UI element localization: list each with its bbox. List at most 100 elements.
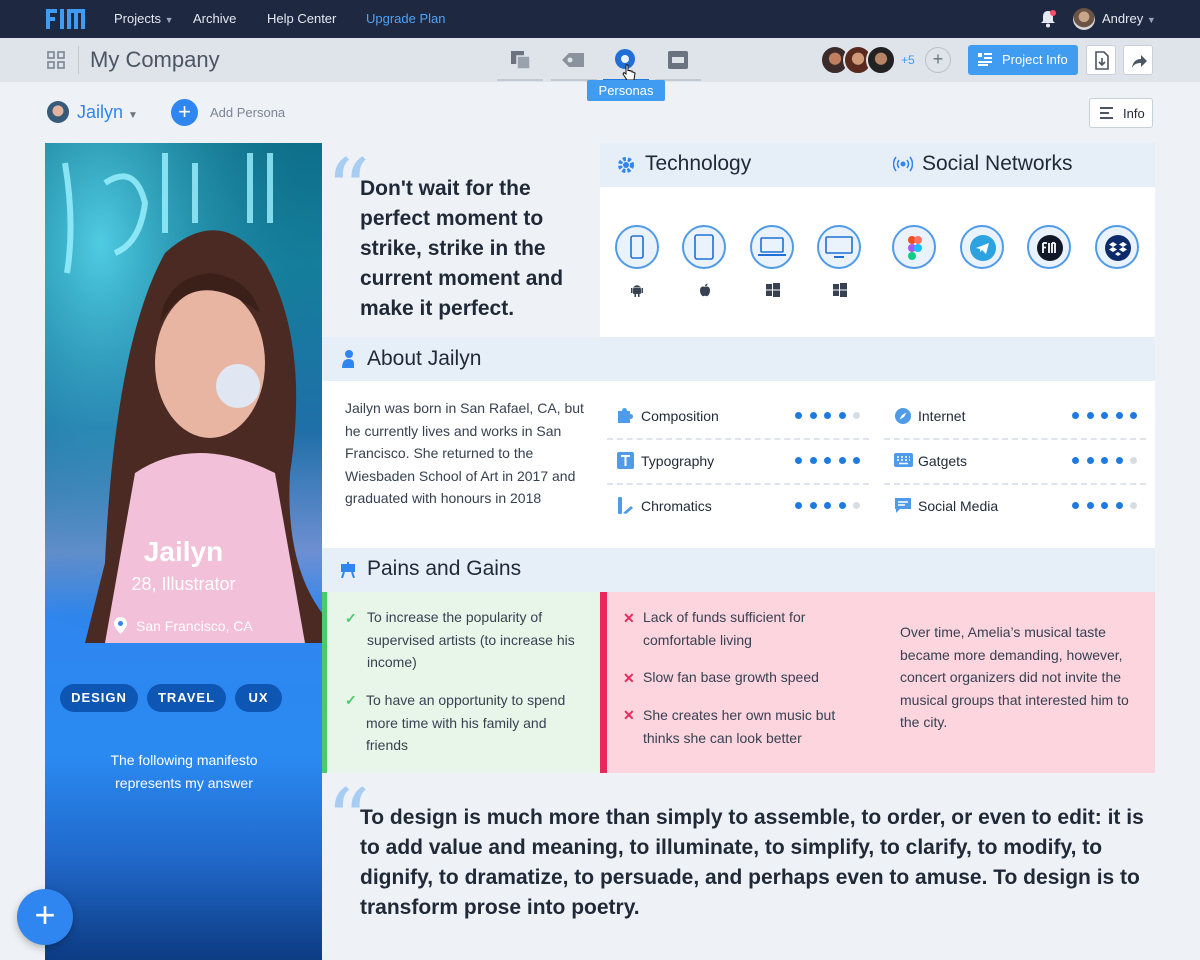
dashed-divider: [607, 438, 869, 440]
persona-tag[interactable]: DESIGN: [60, 684, 138, 712]
fab-add-button[interactable]: +: [17, 889, 73, 945]
pains-note: Over time, Amelia’s musical taste became…: [900, 624, 1129, 730]
user-menu[interactable]: Andrey ▼: [1102, 0, 1156, 38]
rating-dot: [824, 502, 831, 509]
skill-rating: [795, 412, 868, 420]
layers-icon[interactable]: [507, 46, 535, 74]
grid-icon[interactable]: [47, 51, 65, 69]
keyboard-icon: [894, 453, 913, 467]
nav-help-center[interactable]: Help Center: [267, 0, 336, 38]
device-tablet[interactable]: [682, 225, 726, 269]
dropbox-icon: [1105, 235, 1131, 261]
social-fm[interactable]: [1027, 225, 1071, 269]
rating-dot: [838, 412, 846, 419]
gain-item: To have an opportunity to spend more tim…: [366, 692, 566, 753]
share-button[interactable]: [1123, 45, 1153, 75]
persona-selector[interactable]: Jailyn ▼: [77, 102, 138, 123]
about-text: Jailyn was born in San Rafael, CA, but h…: [345, 400, 584, 506]
rating-dot: [1115, 412, 1123, 419]
rating-dot: [809, 457, 817, 464]
rating-dot: [1086, 502, 1094, 509]
project-info-button[interactable]: Project Info: [968, 45, 1078, 75]
nav-archive[interactable]: Archive: [193, 0, 236, 38]
device-desktop[interactable]: [817, 225, 861, 269]
social-dropbox[interactable]: [1095, 225, 1139, 269]
top-quote: Don't wait for the perfect moment to str…: [360, 177, 564, 320]
pain-item: Slow fan base growth speed: [643, 669, 819, 685]
persona-avatar[interactable]: [47, 101, 69, 123]
social-telegram[interactable]: [960, 225, 1004, 269]
location-pin-icon: [114, 617, 127, 634]
skill-rating: [1072, 412, 1145, 420]
board-icon[interactable]: [664, 46, 692, 74]
skill-rating: [795, 457, 868, 465]
persona-photo: [45, 143, 322, 643]
bell-icon[interactable]: [1040, 10, 1056, 28]
rating-dot: [853, 502, 860, 509]
persona-tag[interactable]: UX: [235, 684, 282, 712]
skill-label: Typography: [641, 453, 715, 469]
device-smartphone[interactable]: [615, 225, 659, 269]
persona-tag[interactable]: TRAVEL: [147, 684, 226, 712]
dashed-divider: [607, 483, 869, 485]
device-laptop[interactable]: [750, 225, 794, 269]
share-arrow-icon: [1132, 55, 1147, 68]
skill-label: Chromatics: [641, 498, 712, 514]
list-icon: [1100, 107, 1113, 119]
gain-item: To increase the popularity of supervised…: [367, 609, 575, 670]
skill-label: Gatgets: [918, 453, 968, 469]
compass-icon: [895, 408, 911, 424]
rating-dot: [1086, 412, 1094, 419]
personas-tooltip: Personas: [587, 80, 665, 101]
pain-item: She creates her own music but thinks she…: [643, 707, 836, 746]
collaborators-more-count[interactable]: +5: [901, 53, 915, 67]
rating-dot: [1086, 457, 1094, 464]
rating-dot: [853, 457, 860, 464]
rating-dot: [1115, 502, 1123, 509]
nav-projects[interactable]: Projects ▼: [114, 0, 174, 38]
project-info-label: Project Info: [1002, 52, 1068, 67]
add-persona-button[interactable]: +: [171, 99, 198, 126]
social-title: Social Networks: [922, 152, 1073, 175]
persona-profile-card: Jailyn 28, Illustrator San Francisco, CA: [45, 143, 322, 960]
gear-icon: [618, 157, 634, 173]
pain-item: Lack of funds sufficient for comfortable…: [643, 609, 806, 648]
tablet-icon: [694, 234, 714, 260]
rating-dot: [795, 457, 802, 464]
skill-rating: [795, 502, 868, 510]
export-button[interactable]: [1086, 45, 1116, 75]
project-toolbar: My Company +5 + Project Info: [0, 38, 1200, 82]
pains-gains-title: Pains and Gains: [367, 557, 522, 580]
rating-dot: [1101, 502, 1108, 509]
info-button[interactable]: Info: [1089, 98, 1153, 128]
skill-label: Social Media: [918, 498, 999, 514]
add-collaborator-button[interactable]: +: [925, 47, 951, 73]
windows-icon: [766, 283, 780, 297]
rating-dot: [824, 412, 831, 419]
skill-label: Internet: [918, 408, 966, 424]
collaborator-avatar[interactable]: [866, 45, 896, 75]
tag-icon[interactable]: [559, 46, 587, 74]
skill-rating: [1072, 457, 1145, 465]
skill-rating: [1072, 502, 1145, 510]
close-x-icon: ✕: [623, 610, 635, 626]
check-icon: ✓: [345, 610, 357, 626]
chevron-down-icon: ▼: [128, 110, 138, 121]
bottom-quote: To design is much more than simply to as…: [360, 806, 1144, 919]
persona-subtitle: 28, Illustrator: [131, 574, 236, 594]
app-logo[interactable]: [46, 9, 86, 29]
persona-location: San Francisco, CA: [136, 618, 253, 634]
rating-dot: [853, 412, 860, 419]
nav-upgrade-plan[interactable]: Upgrade Plan: [366, 0, 446, 38]
add-persona-label[interactable]: Add Persona: [210, 105, 285, 120]
fm-logo-icon: [1037, 235, 1063, 261]
social-figma[interactable]: [892, 225, 936, 269]
windows-icon: [833, 283, 847, 297]
rating-dot: [1101, 412, 1108, 419]
user-avatar[interactable]: [1073, 8, 1095, 30]
divider: [78, 46, 79, 74]
manifesto-text: The following manifesto represents my an…: [110, 752, 258, 791]
rating-dot: [809, 502, 817, 509]
persona-name: Jailyn: [143, 536, 224, 567]
rating-dot: [1072, 412, 1079, 419]
